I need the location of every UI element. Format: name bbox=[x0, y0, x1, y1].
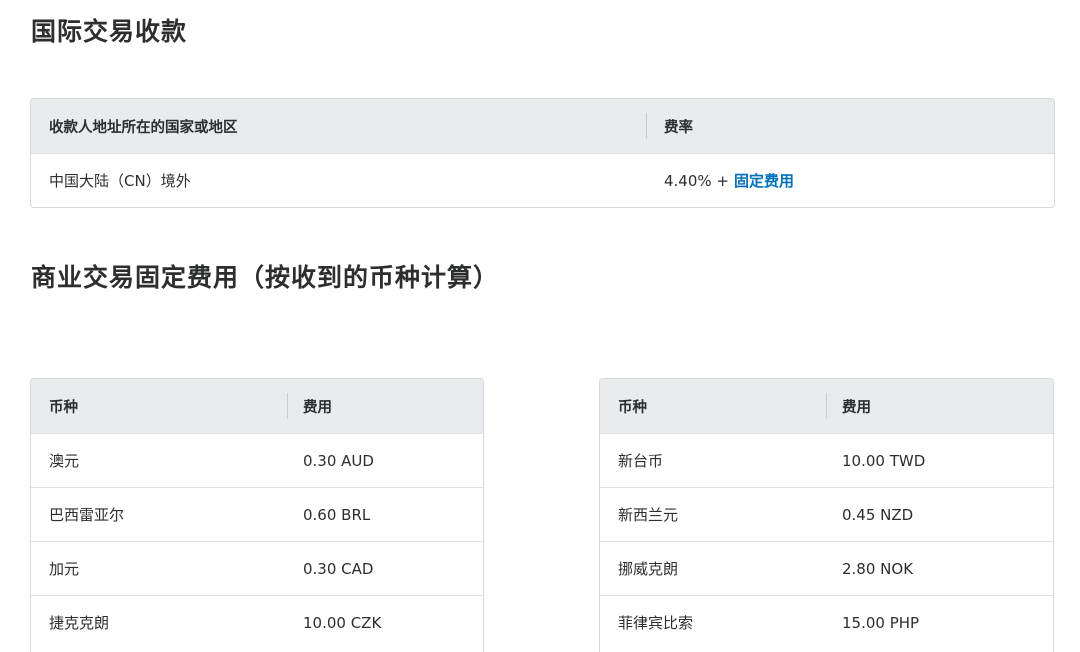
table-row: 中国大陆（CN）境外 4.40% + 固定费用 bbox=[31, 153, 1054, 207]
table-row: 菲律宾比索 15.00 PHP bbox=[600, 595, 1053, 649]
table-header-row: 收款人地址所在的国家或地区 费率 bbox=[31, 99, 1054, 153]
currency-cell: 澳元 bbox=[49, 452, 80, 470]
header-region: 收款人地址所在的国家或地区 bbox=[49, 119, 238, 136]
fee-cell: 10.00 TWD bbox=[842, 451, 926, 470]
header-currency: 币种 bbox=[49, 399, 78, 416]
international-fee-table: 收款人地址所在的国家或地区 费率 中国大陆（CN）境外 4.40% + 固定费用 bbox=[30, 98, 1055, 208]
fixed-fee-table-left: 币种 费用 澳元 0.30 AUD 巴西雷亚尔 0.60 BRL 加元 0.30… bbox=[30, 378, 484, 652]
table-row: 加元 0.30 CAD bbox=[31, 541, 483, 595]
section-title-fixed-fees: 商业交易固定费用（按收到的币种计算） bbox=[31, 263, 500, 292]
section-title-international: 国际交易收款 bbox=[31, 17, 188, 46]
fee-cell: 0.30 CAD bbox=[303, 559, 374, 578]
fee-cell: 10.00 CZK bbox=[303, 613, 382, 632]
fixed-fee-link[interactable]: 固定费用 bbox=[734, 170, 794, 191]
currency-cell: 新台币 bbox=[618, 452, 664, 470]
fixed-fee-table-right: 币种 费用 新台币 10.00 TWD 新西兰元 0.45 NZD 挪威克朗 2… bbox=[599, 378, 1054, 652]
currency-cell: 新西兰元 bbox=[618, 506, 679, 524]
header-fee: 费用 bbox=[287, 379, 483, 433]
currency-cell: 捷克克朗 bbox=[49, 614, 110, 632]
table-header-row: 币种 费用 bbox=[600, 379, 1053, 433]
fee-cell: 15.00 PHP bbox=[842, 613, 920, 632]
rate-cell: 4.40% + 固定费用 bbox=[646, 154, 1054, 207]
rate-value: 4.40% + bbox=[664, 171, 729, 190]
fee-cell: 0.60 BRL bbox=[303, 505, 371, 524]
table-row: 新台币 10.00 TWD bbox=[600, 433, 1053, 487]
table-row: 捷克克朗 10.00 CZK bbox=[31, 595, 483, 649]
currency-cell: 巴西雷亚尔 bbox=[49, 506, 125, 524]
currency-cell: 菲律宾比索 bbox=[618, 614, 694, 632]
header-rate: 费率 bbox=[646, 99, 1054, 153]
region-cell: 中国大陆（CN）境外 bbox=[49, 172, 191, 190]
table-row: 巴西雷亚尔 0.60 BRL bbox=[31, 487, 483, 541]
fee-cell: 2.80 NOK bbox=[842, 559, 914, 578]
fee-cell: 0.45 NZD bbox=[842, 505, 914, 524]
fee-cell: 0.30 AUD bbox=[303, 451, 374, 470]
table-row: 新西兰元 0.45 NZD bbox=[600, 487, 1053, 541]
table-header-row: 币种 费用 bbox=[31, 379, 483, 433]
currency-cell: 挪威克朗 bbox=[618, 560, 679, 578]
currency-cell: 加元 bbox=[49, 560, 80, 578]
table-row: 挪威克朗 2.80 NOK bbox=[600, 541, 1053, 595]
page: 国际交易收款 收款人地址所在的国家或地区 费率 中国大陆（CN）境外 4.40%… bbox=[0, 0, 1080, 652]
header-fee: 费用 bbox=[826, 379, 1053, 433]
header-currency: 币种 bbox=[618, 399, 647, 416]
table-row: 澳元 0.30 AUD bbox=[31, 433, 483, 487]
